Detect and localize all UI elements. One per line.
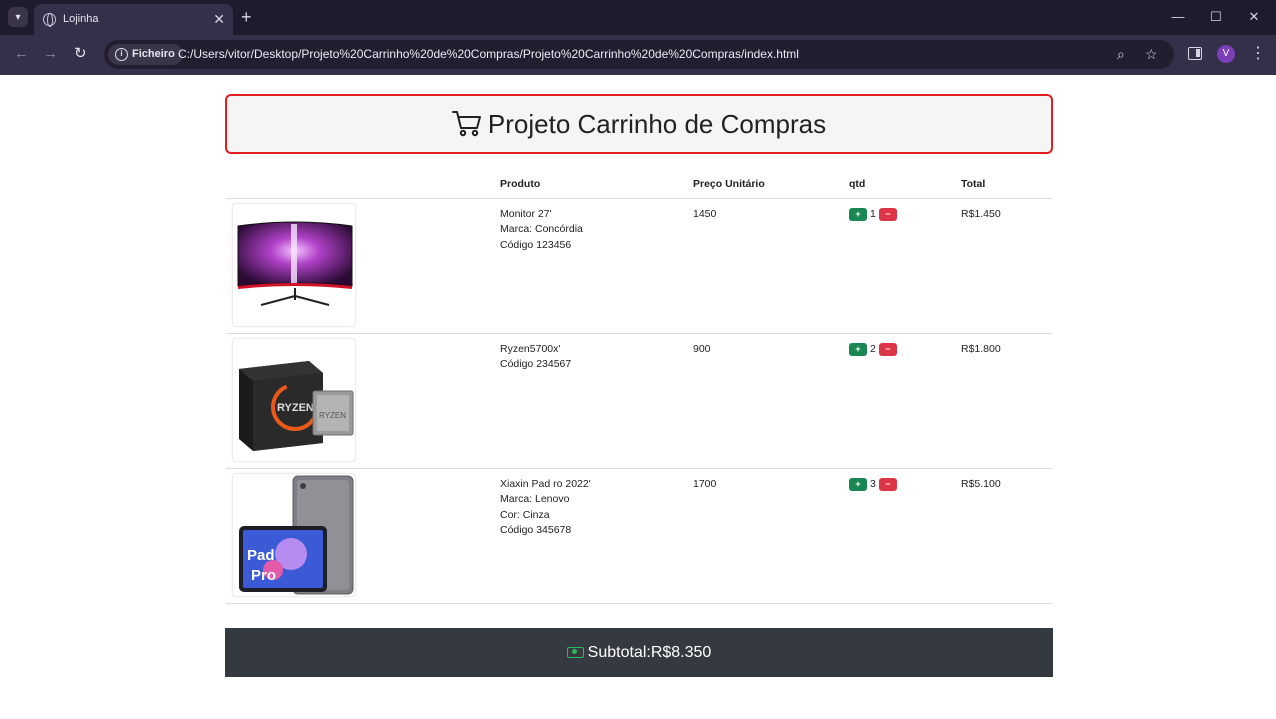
- new-tab-button[interactable]: +: [241, 6, 252, 28]
- column-header-unit-price: Preço Unitário: [693, 171, 849, 199]
- tab-title: Lojinha: [63, 13, 99, 25]
- decrease-quantity-button[interactable]: −: [878, 207, 897, 221]
- column-header-quantity: qtd: [849, 171, 961, 199]
- profile-avatar[interactable]: V: [1217, 45, 1235, 63]
- unit-price-cell: 1700: [693, 468, 849, 604]
- close-window-button[interactable]: ✕: [1244, 8, 1264, 26]
- product-name: Monitor 27': [500, 207, 552, 220]
- svg-text:RYZEN: RYZEN: [319, 411, 346, 420]
- close-tab-icon[interactable]: ✕: [213, 10, 225, 28]
- table-header-row: Produto Preço Unitário qtd Total: [226, 171, 1052, 199]
- browser-tab-bar: ▾ Lojinha ✕ + — ☐ ✕: [0, 0, 1276, 35]
- menu-dots-icon[interactable]: ⋮: [1250, 44, 1266, 64]
- reload-button[interactable]: ↻: [74, 45, 87, 63]
- subtotal-label: Subtotal:: [587, 643, 651, 661]
- page-header: Projeto Carrinho de Compras: [225, 94, 1053, 154]
- maximize-button[interactable]: ☐: [1206, 8, 1226, 26]
- svg-text:Pro: Pro: [251, 567, 276, 584]
- page-content: Projeto Carrinho de Compras Produto Preç…: [0, 75, 1276, 719]
- product-details-cell: Ryzen5700x' Código 234567: [500, 333, 693, 469]
- row-total-cell: R$5.100: [961, 468, 1052, 604]
- product-image-tablet: Pad Pro: [232, 472, 356, 597]
- product-image-cell: Pad Pro: [226, 468, 500, 604]
- product-color: Cor: Cinza: [500, 508, 550, 521]
- browser-tab[interactable]: Lojinha ✕: [34, 4, 233, 35]
- shopping-cart-icon: [451, 110, 481, 136]
- increase-quantity-button[interactable]: +: [849, 342, 867, 356]
- table-row: RYZEN RYZEN Ryzen5700x' Código 234567 90…: [226, 333, 1052, 469]
- product-code: Código 234567: [500, 358, 572, 370]
- product-image-cell: [226, 198, 500, 334]
- product-name: Xiaxin Pad ro 2022': [500, 477, 591, 490]
- unit-price-cell: 900: [693, 333, 849, 469]
- quantity-value: 2: [870, 342, 876, 355]
- zoom-icon[interactable]: ⌕: [1117, 45, 1125, 63]
- subtotal-value: R$8.350: [650, 643, 712, 661]
- product-code: Código 345678: [500, 524, 572, 536]
- svg-text:RYZEN: RYZEN: [277, 402, 314, 414]
- product-name: Ryzen5700x': [500, 342, 561, 355]
- product-code: Código 123456: [500, 238, 572, 251]
- product-image-processor: RYZEN RYZEN: [232, 337, 356, 462]
- bookmark-star-icon[interactable]: ☆: [1145, 45, 1158, 63]
- quantity-value: 3: [870, 477, 876, 490]
- quantity-cell: +2−: [849, 333, 961, 469]
- product-image-cell: RYZEN RYZEN: [226, 333, 500, 469]
- page-title-text: Projeto Carrinho de Compras: [487, 108, 827, 139]
- browser-toolbar: ← → ↻ i Ficheiro C:/Users/vitor/Desktop/…: [0, 35, 1276, 75]
- security-label: Ficheiro: [132, 48, 175, 60]
- product-brand: Marca: Concórdia: [500, 223, 583, 235]
- column-header-image: [226, 171, 500, 199]
- column-header-product: Produto: [500, 171, 693, 199]
- cash-icon: [566, 647, 584, 658]
- product-brand: Marca: Lenovo: [500, 493, 570, 505]
- table-row: Pad Pro Xiaxin Pad ro 2022' Marca: Lenov…: [226, 468, 1052, 604]
- cart-table: Produto Preço Unitário qtd Total Monitor…: [226, 171, 1052, 604]
- side-panel-icon[interactable]: [1188, 47, 1202, 60]
- chevron-down-icon: ▾: [15, 11, 21, 23]
- row-total-cell: R$1.450: [961, 198, 1052, 334]
- unit-price-cell: 1450: [693, 198, 849, 334]
- url-text[interactable]: C:/Users/vitor/Desktop/Projeto%20Carrinh…: [178, 47, 799, 61]
- quantity-cell: +1−: [849, 198, 961, 334]
- increase-quantity-button[interactable]: +: [849, 207, 867, 221]
- svg-text:Pad: Pad: [247, 547, 275, 564]
- minimize-button[interactable]: —: [1168, 8, 1188, 26]
- row-total-cell: R$1.800: [961, 333, 1052, 469]
- site-info-chip[interactable]: i Ficheiro: [108, 44, 183, 65]
- column-header-total: Total: [961, 171, 1052, 199]
- subtotal-bar: Subtotal: R$8.350: [225, 628, 1053, 677]
- increase-quantity-button[interactable]: +: [849, 477, 867, 491]
- quantity-value: 1: [870, 207, 876, 220]
- product-image-monitor: [232, 202, 356, 327]
- quantity-cell: +3−: [849, 468, 961, 604]
- decrease-quantity-button[interactable]: −: [878, 477, 897, 491]
- back-button[interactable]: ←: [14, 45, 29, 63]
- tab-search-button[interactable]: ▾: [8, 7, 28, 27]
- forward-button[interactable]: →: [43, 45, 58, 63]
- page-title: Projeto Carrinho de Compras: [451, 108, 827, 140]
- product-details-cell: Xiaxin Pad ro 2022' Marca: Lenovo Cor: C…: [500, 468, 693, 604]
- product-details-cell: Monitor 27' Marca: Concórdia Código 1234…: [500, 198, 693, 334]
- table-row: Monitor 27' Marca: Concórdia Código 1234…: [226, 198, 1052, 334]
- info-icon: i: [115, 48, 128, 61]
- decrease-quantity-button[interactable]: −: [878, 342, 897, 356]
- globe-icon: [43, 13, 56, 27]
- address-bar[interactable]: i Ficheiro C:/Users/vitor/Desktop/Projet…: [104, 40, 1174, 69]
